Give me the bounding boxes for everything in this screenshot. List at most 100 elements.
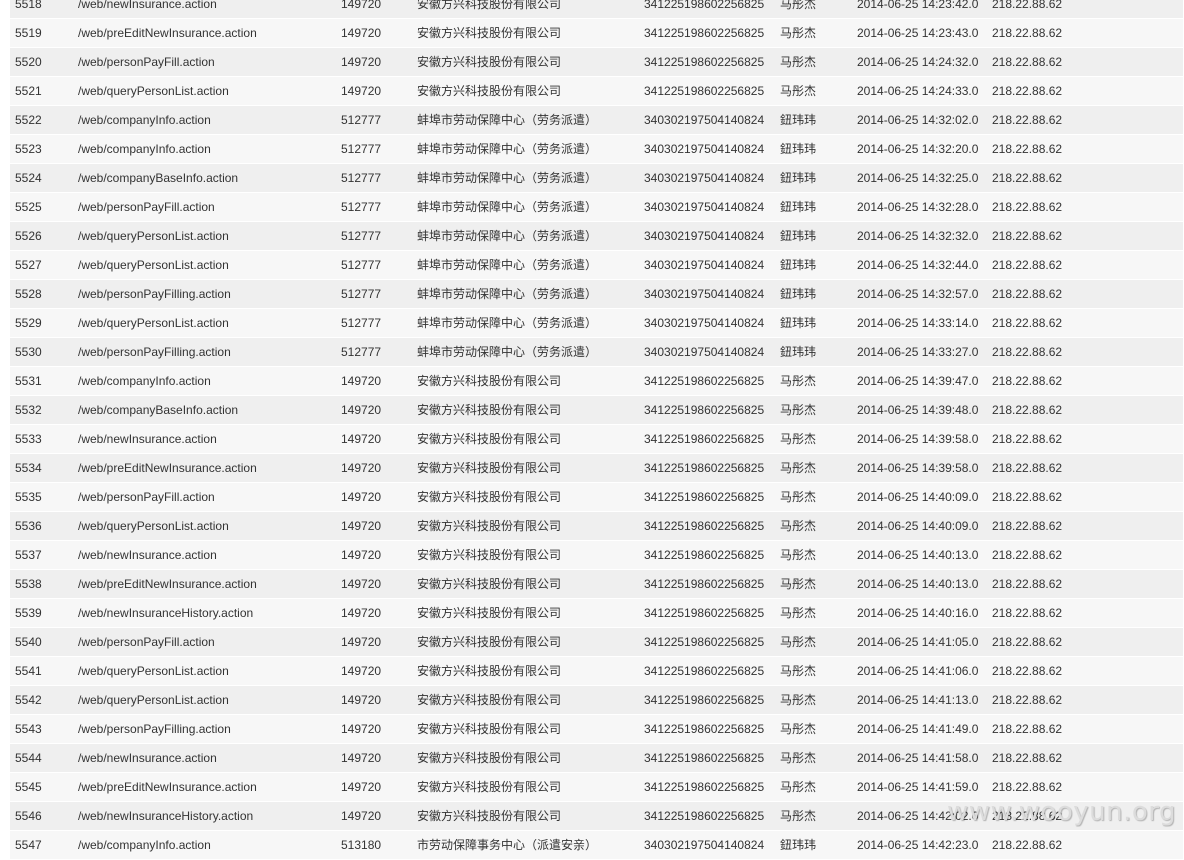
table-row: 5530/web/personPayFilling.action 512777 蚌埠… [10,337,1183,367]
table-row: 5527/web/queryPersonList.action 512777 蚌埠市… [10,250,1183,280]
request-url-cell: /web/newInsuranceHistory.action [73,801,336,831]
timestamp-cell: 2014-06-25 14:32:02.0 [852,105,987,135]
company-name-cell: 安徽方兴科技股份有限公司 [412,453,639,483]
request-url-cell: /web/preEditNewInsurance.action [73,18,336,48]
log-id-cell: 5521 [10,76,73,106]
table-row: 5536/web/queryPersonList.action 149720 安徽方… [10,511,1183,541]
company-code-cell: 149720 [336,714,412,744]
id-card-cell: 341225198602256825 [639,18,775,48]
company-name-cell: 蚌埠市劳动保障中心（劳务派遣） [412,279,639,309]
request-url-cell: /web/queryPersonList.action [73,308,336,338]
table-row: 5518/web/newInsurance.action 149720 安徽方兴科技… [10,0,1183,19]
table-row: 5522/web/companyInfo.action 512777 蚌埠市劳动保障… [10,105,1183,135]
request-url-cell: /web/personPayFill.action [73,47,336,77]
id-card-cell: 341225198602256825 [639,714,775,744]
id-card-cell: 341225198602256825 [639,76,775,106]
company-code-cell: 512777 [336,221,412,251]
ip-address-cell: 218.22.88.62 [987,598,1183,628]
log-id-cell: 5525 [10,192,73,222]
person-name-cell: 鈕玮玮 [775,221,852,251]
id-card-cell: 340302197504140824 [639,830,775,860]
company-code-cell: 512777 [336,279,412,309]
table-row: 5539/web/newInsuranceHistory.action 14972… [10,598,1183,628]
person-name-cell: 马彤杰 [775,627,852,657]
table-row: 5519/web/preEditNewInsurance.action 14972… [10,18,1183,48]
id-card-cell: 341225198602256825 [639,801,775,831]
timestamp-cell: 2014-06-25 14:33:14.0 [852,308,987,338]
table-row: 5544/web/newInsurance.action 149720 安徽方兴科技… [10,743,1183,773]
timestamp-cell: 2014-06-25 14:39:58.0 [852,424,987,454]
id-card-cell: 340302197504140824 [639,337,775,367]
log-id-cell: 5540 [10,627,73,657]
table-row: 5534/web/preEditNewInsurance.action 14972… [10,453,1183,483]
ip-address-cell: 218.22.88.62 [987,830,1183,860]
timestamp-cell: 2014-06-25 14:32:25.0 [852,163,987,193]
site-watermark: www.wooyun.org [946,797,1176,827]
timestamp-cell: 2014-06-25 14:40:16.0 [852,598,987,628]
timestamp-cell: 2014-06-25 14:40:13.0 [852,569,987,599]
person-name-cell: 鈕玮玮 [775,308,852,338]
id-card-cell: 341225198602256825 [639,598,775,628]
person-name-cell: 马彤杰 [775,47,852,77]
log-id-cell: 5531 [10,366,73,396]
ip-address-cell: 218.22.88.62 [987,714,1183,744]
person-name-cell: 鈕玮玮 [775,279,852,309]
log-id-cell: 5547 [10,830,73,860]
request-url-cell: /web/preEditNewInsurance.action [73,772,336,802]
person-name-cell: 马彤杰 [775,743,852,773]
request-url-cell: /web/companyInfo.action [73,134,336,164]
timestamp-cell: 2014-06-25 14:41:13.0 [852,685,987,715]
timestamp-cell: 2014-06-25 14:42:23.0 [852,830,987,860]
request-url-cell: /web/newInsurance.action [73,424,336,454]
ip-address-cell: 218.22.88.62 [987,105,1183,135]
person-name-cell: 马彤杰 [775,598,852,628]
company-name-cell: 安徽方兴科技股份有限公司 [412,0,639,19]
table-row: 5535/web/personPayFill.action 149720 安徽方兴科… [10,482,1183,512]
company-code-cell: 149720 [336,772,412,802]
id-card-cell: 340302197504140824 [639,163,775,193]
company-name-cell: 安徽方兴科技股份有限公司 [412,569,639,599]
request-url-cell: /web/newInsurance.action [73,540,336,570]
request-url-cell: /web/queryPersonList.action [73,250,336,280]
id-card-cell: 341225198602256825 [639,366,775,396]
person-name-cell: 鈕玮玮 [775,105,852,135]
id-card-cell: 341225198602256825 [639,453,775,483]
table-row: 5524/web/companyBaseInfo.action 512777 蚌埠市… [10,163,1183,193]
ip-address-cell: 218.22.88.62 [987,540,1183,570]
timestamp-cell: 2014-06-25 14:33:27.0 [852,337,987,367]
table-row: 5523/web/companyInfo.action 512777 蚌埠市劳动保障… [10,134,1183,164]
ip-address-cell: 218.22.88.62 [987,424,1183,454]
person-name-cell: 马彤杰 [775,395,852,425]
ip-address-cell: 218.22.88.62 [987,743,1183,773]
log-id-cell: 5535 [10,482,73,512]
company-code-cell: 149720 [336,47,412,77]
company-code-cell: 149720 [336,801,412,831]
person-name-cell: 鈕玮玮 [775,250,852,280]
company-name-cell: 蚌埠市劳动保障中心（劳务派遣） [412,250,639,280]
id-card-cell: 341225198602256825 [639,482,775,512]
timestamp-cell: 2014-06-25 14:40:09.0 [852,482,987,512]
person-name-cell: 马彤杰 [775,424,852,454]
id-card-cell: 341225198602256825 [639,772,775,802]
table-row: 5521/web/queryPersonList.action 149720 安徽方… [10,76,1183,106]
person-name-cell: 鈕玮玮 [775,192,852,222]
ip-address-cell: 218.22.88.62 [987,395,1183,425]
log-id-cell: 5523 [10,134,73,164]
timestamp-cell: 2014-06-25 14:24:33.0 [852,76,987,106]
person-name-cell: 鈕玮玮 [775,163,852,193]
log-id-cell: 5522 [10,105,73,135]
request-url-cell: /web/personPayFilling.action [73,337,336,367]
timestamp-cell: 2014-06-25 14:41:05.0 [852,627,987,657]
id-card-cell: 340302197504140824 [639,221,775,251]
ip-address-cell: 218.22.88.62 [987,18,1183,48]
request-url-cell: /web/queryPersonList.action [73,76,336,106]
id-card-cell: 341225198602256825 [639,656,775,686]
company-code-cell: 512777 [336,163,412,193]
company-name-cell: 安徽方兴科技股份有限公司 [412,598,639,628]
timestamp-cell: 2014-06-25 14:23:43.0 [852,18,987,48]
person-name-cell: 鈕玮玮 [775,830,852,860]
timestamp-cell: 2014-06-25 14:40:09.0 [852,511,987,541]
log-id-cell: 5538 [10,569,73,599]
ip-address-cell: 218.22.88.62 [987,453,1183,483]
company-code-cell: 149720 [336,656,412,686]
